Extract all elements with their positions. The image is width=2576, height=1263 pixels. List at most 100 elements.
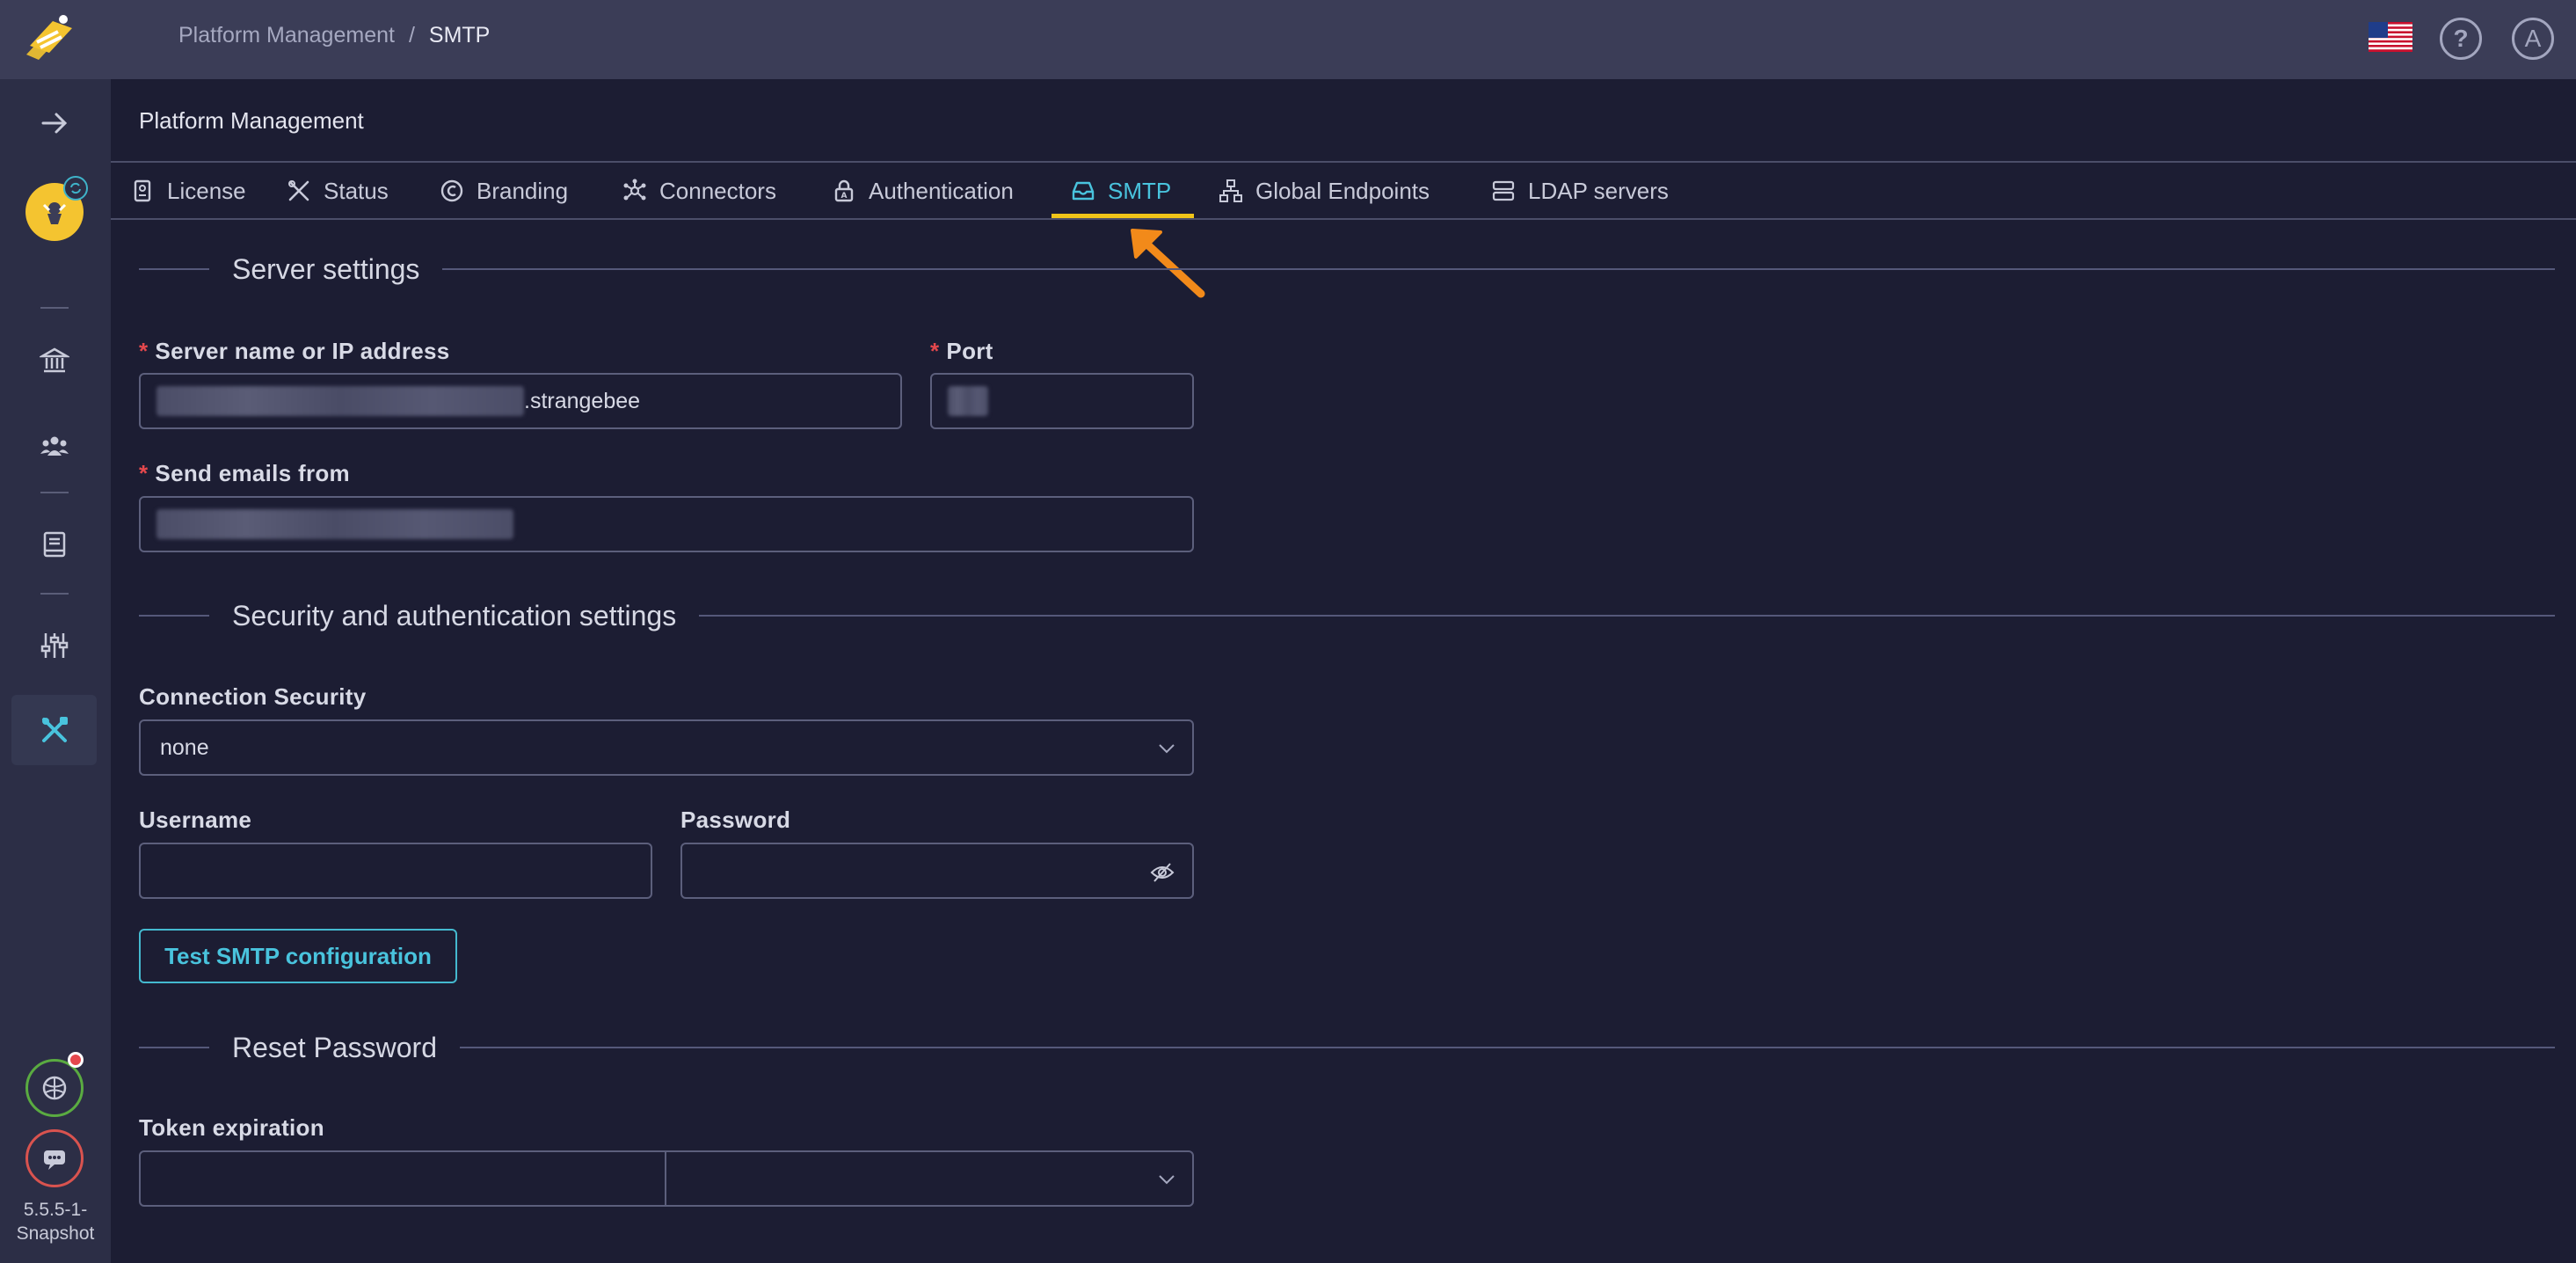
copyright-icon — [440, 179, 463, 202]
help-glyph: ? — [2453, 25, 2469, 52]
sidebar-divider — [40, 593, 69, 595]
version-line-2: Snapshot — [16, 1223, 95, 1244]
tab-label: LDAP servers — [1528, 177, 1669, 204]
tab-label: Connectors — [659, 177, 776, 204]
tab-branding[interactable]: Branding — [440, 163, 568, 219]
label-text: Server name or IP address — [155, 338, 450, 364]
section-server-settings: Server settings — [139, 252, 2555, 287]
user-avatar[interactable]: A — [2512, 18, 2554, 60]
test-smtp-button[interactable]: Test SMTP configuration — [139, 929, 457, 983]
tab-authentication[interactable]: A Authentication — [832, 163, 1014, 219]
sidebar-divider — [40, 492, 69, 493]
expand-sidebar-button[interactable] — [11, 88, 97, 158]
tools-icon — [41, 717, 68, 742]
license-icon — [134, 179, 151, 202]
connection-security-select[interactable]: none — [139, 719, 1194, 776]
sliders-icon — [40, 633, 68, 658]
tab-label: License — [167, 177, 246, 204]
institution-icon — [39, 347, 69, 373]
connectors-icon — [623, 179, 646, 201]
chevron-down-icon — [1159, 1175, 1175, 1185]
users-icon — [40, 436, 69, 456]
chat-button[interactable] — [25, 1129, 84, 1187]
section-title: Reset Password — [232, 1031, 437, 1063]
network-icon — [1219, 179, 1242, 202]
svg-text:A: A — [841, 192, 848, 201]
tab-smtp[interactable]: SMTP — [1071, 163, 1171, 219]
bee-icon — [42, 202, 67, 224]
breadcrumb-root[interactable]: Platform Management — [178, 23, 395, 48]
sidebar: 5.5.5-1- Snapshot — [0, 79, 111, 1263]
token-expiration-label: Token expiration — [139, 1114, 324, 1142]
version-line-1: 5.5.5-1- — [23, 1200, 88, 1220]
avatar-initial: A — [2524, 25, 2542, 52]
sidebar-item-platform-management[interactable] — [11, 695, 97, 765]
tab-status[interactable]: Status — [287, 163, 389, 219]
sidebar-item-users[interactable] — [11, 411, 97, 481]
tools-icon — [288, 180, 309, 201]
breadcrumb: Platform Management / SMTP — [178, 23, 490, 48]
send-from-input[interactable] — [139, 496, 1194, 552]
redacted-value — [156, 509, 513, 539]
send-from-label: * Send emails from — [139, 460, 350, 486]
section-title: Security and authentication settings — [232, 599, 677, 632]
password-label: Password — [680, 807, 790, 834]
label-text: Connection Security — [139, 683, 367, 710]
label-text: Token expiration — [139, 1114, 324, 1141]
sidebar-item-settings[interactable] — [11, 610, 97, 681]
sidebar-item-knowledge-base[interactable] — [11, 509, 97, 580]
port-label: * Port — [930, 338, 993, 364]
redacted-value — [156, 386, 524, 416]
brain-icon — [42, 1076, 67, 1100]
help-icon[interactable]: ? — [2440, 18, 2482, 60]
tab-label: Status — [324, 177, 389, 204]
chevron-down-icon — [1159, 744, 1175, 754]
tab-connectors[interactable]: Connectors — [622, 163, 776, 219]
token-expiration-input[interactable] — [139, 1150, 668, 1207]
book-icon — [43, 531, 65, 558]
section-reset-password: Reset Password — [139, 1030, 2555, 1065]
server-name-input[interactable]: .strangebee — [139, 373, 902, 429]
select-value: none — [160, 734, 209, 760]
notification-dot — [68, 1052, 84, 1068]
top-bar: Platform Management / SMTP ? A — [0, 0, 2576, 79]
username-input[interactable] — [139, 843, 652, 899]
breadcrumb-separator: / — [408, 23, 415, 47]
tab-ldap-servers[interactable]: LDAP servers — [1491, 163, 1669, 219]
tab-global-endpoints[interactable]: Global Endpoints — [1219, 163, 1430, 219]
page-title: Platform Management — [139, 107, 364, 134]
label-text: Password — [680, 807, 791, 833]
label-text: Username — [139, 807, 252, 833]
breadcrumb-current: SMTP — [428, 23, 491, 47]
connection-security-label: Connection Security — [139, 683, 367, 711]
inbox-icon — [1072, 181, 1095, 201]
tab-label: Global Endpoints — [1255, 177, 1430, 204]
label-text: Send emails from — [155, 460, 350, 486]
sync-icon — [70, 182, 81, 194]
server-icon — [1492, 180, 1515, 201]
app-logo-icon[interactable] — [23, 12, 79, 65]
label-text: Port — [946, 338, 993, 364]
divider — [111, 218, 2576, 220]
port-input[interactable] — [930, 373, 1194, 429]
password-input[interactable] — [680, 843, 1194, 899]
tab-label: Branding — [477, 177, 569, 204]
eye-slash-icon[interactable] — [1150, 860, 1175, 885]
token-expiration-unit-select[interactable] — [665, 1150, 1194, 1207]
version-label: 5.5.5-1- Snapshot — [0, 1198, 111, 1245]
tab-bar: License Status Branding Connectors A Aut… — [111, 163, 2576, 219]
section-title: Server settings — [232, 252, 420, 285]
tab-label: Authentication — [869, 177, 1014, 204]
server-name-label: * Server name or IP address — [139, 338, 450, 364]
section-security: Security and authentication settings — [139, 598, 2555, 633]
server-name-suffix: .strangebee — [524, 388, 641, 413]
sidebar-item-organisations[interactable] — [11, 325, 97, 396]
switch-organisation-icon[interactable] — [63, 176, 88, 201]
tab-label: SMTP — [1108, 177, 1172, 204]
redacted-value — [948, 386, 988, 416]
tab-license[interactable]: License — [130, 163, 246, 219]
us-flag-icon[interactable] — [2369, 22, 2412, 52]
arrow-right-icon — [41, 113, 67, 134]
username-label: Username — [139, 807, 251, 834]
lock-icon: A — [834, 179, 854, 202]
